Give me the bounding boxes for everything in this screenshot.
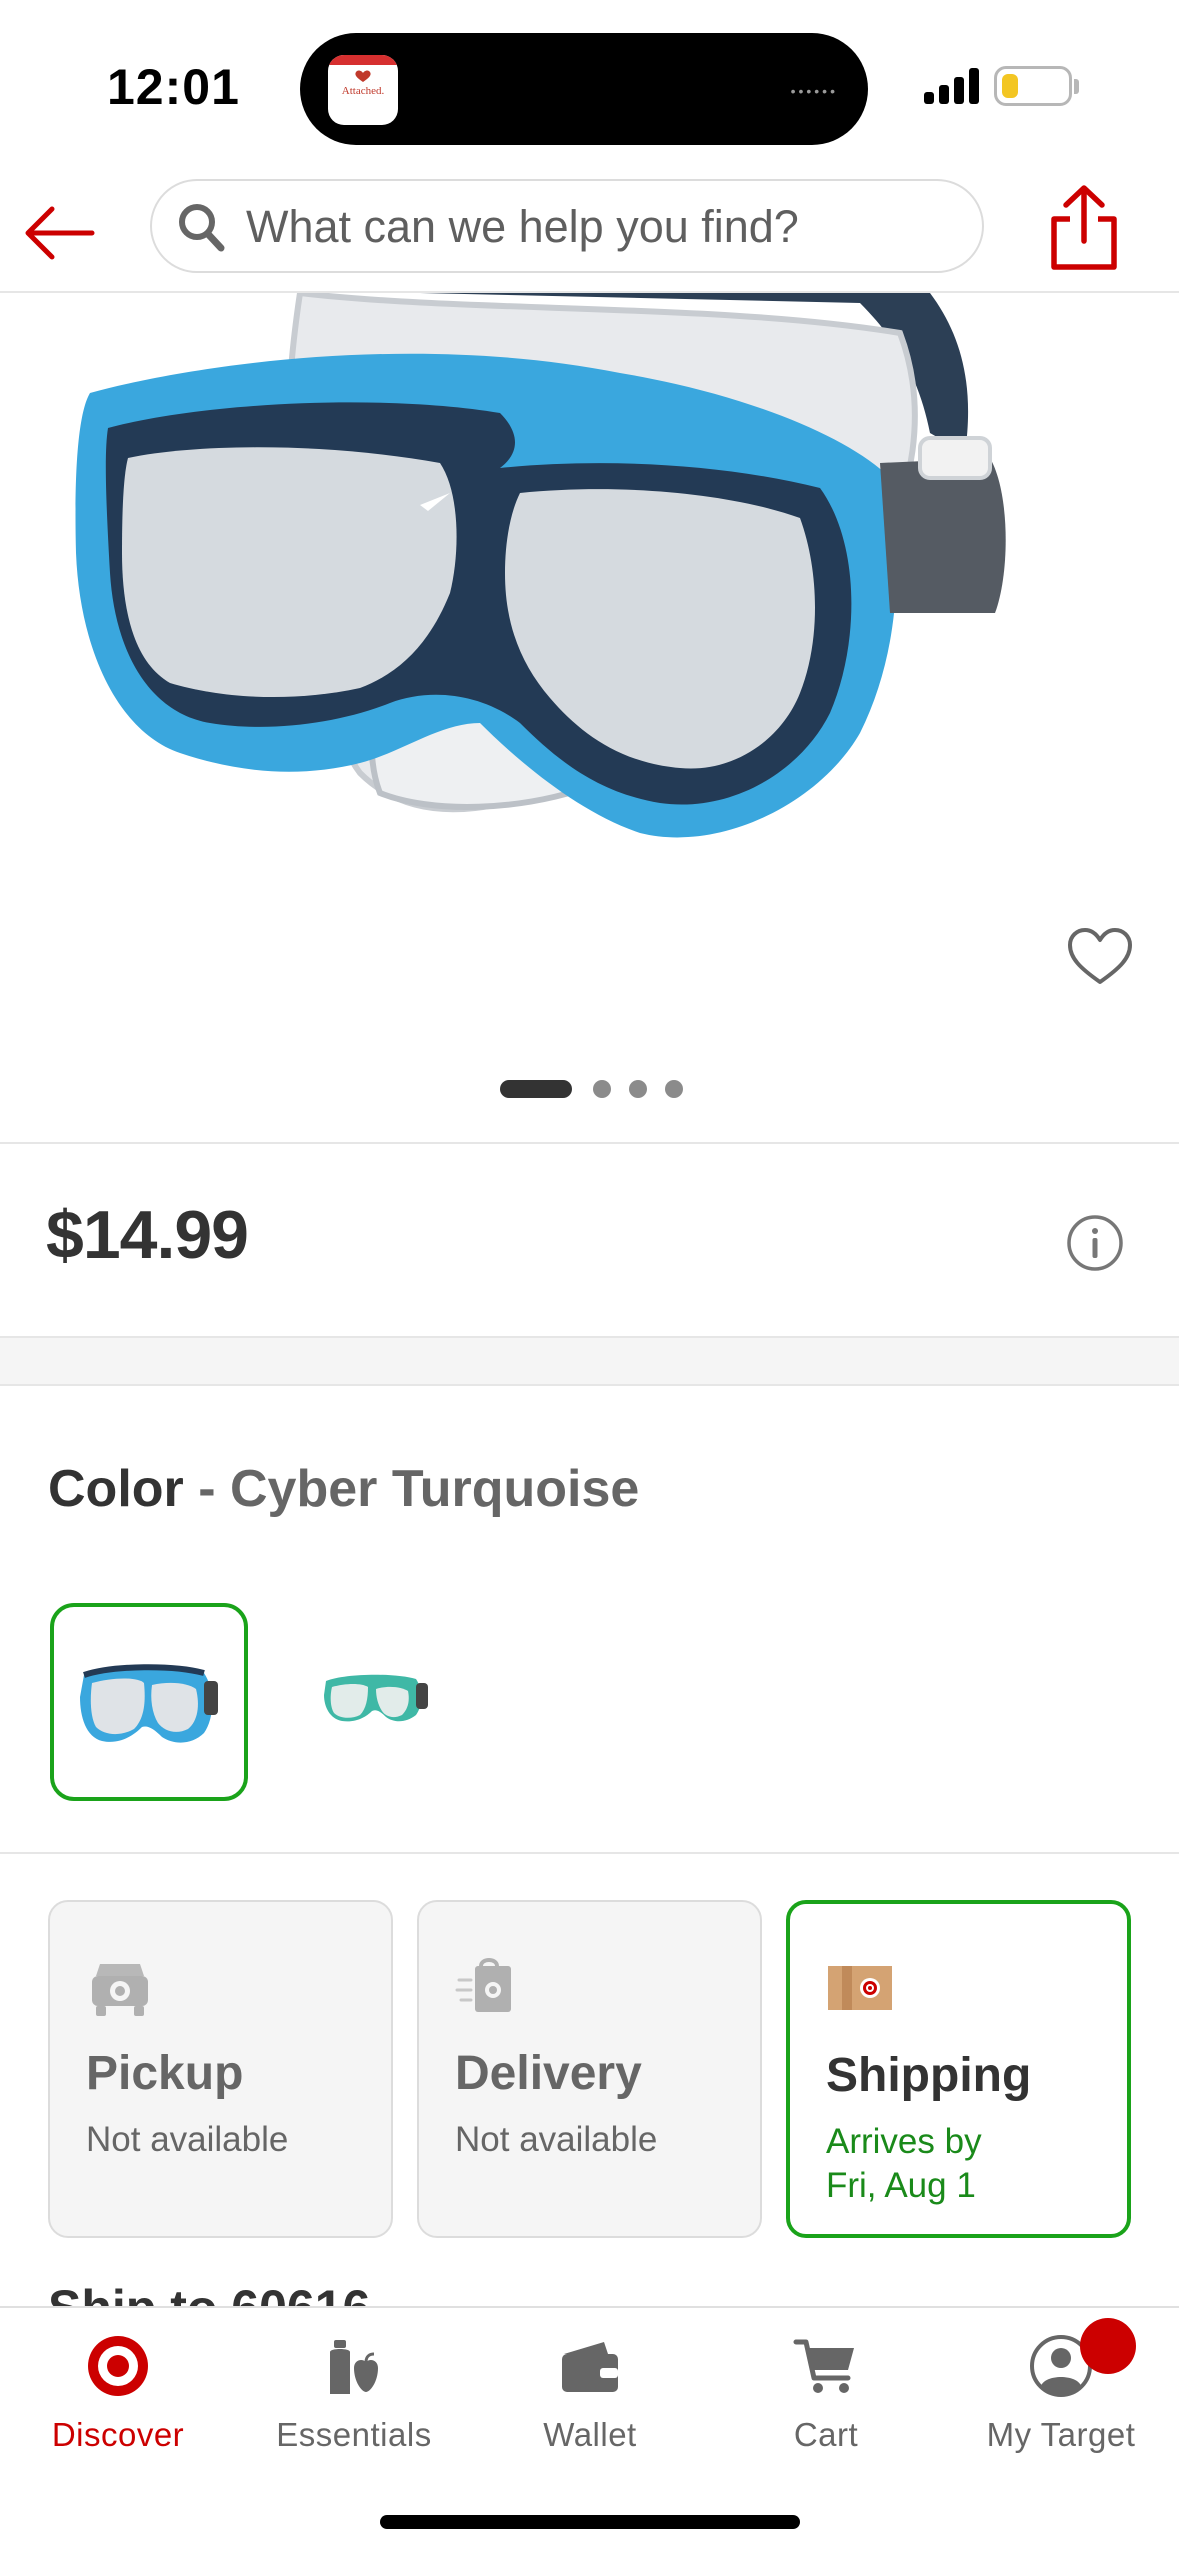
fulfillment-title: Pickup xyxy=(86,2047,244,2100)
selected-color-name: Cyber Turquoise xyxy=(230,1460,640,1518)
cart-icon xyxy=(793,2339,854,2393)
home-indicator[interactable] xyxy=(380,2515,800,2529)
info-icon[interactable] xyxy=(1066,1214,1124,1272)
fulfillment-option-shipping[interactable]: Shipping Arrives by Fri, Aug 1 xyxy=(786,1900,1131,2238)
fulfillment-option-pickup[interactable]: Pickup Not available xyxy=(48,1900,393,2238)
nav-item-wallet[interactable]: Wallet xyxy=(472,2308,708,2488)
carousel-dot[interactable] xyxy=(665,1080,683,1098)
fulfillment-option-delivery[interactable]: Delivery Not available xyxy=(417,1900,762,2238)
status-time: 12:01 xyxy=(107,59,240,115)
nav-item-my-target[interactable]: My Target xyxy=(943,2308,1179,2488)
carousel-dots xyxy=(0,1078,1179,1098)
nav-item-discover[interactable]: Discover xyxy=(0,2308,236,2488)
island-app-label: Attached. xyxy=(341,85,385,97)
carousel-dot-active[interactable] xyxy=(500,1080,572,1098)
wallet-icon xyxy=(562,2342,618,2392)
share-icon[interactable] xyxy=(1040,183,1128,275)
color-label-title: Color xyxy=(48,1460,184,1518)
island-app-icon: Attached. xyxy=(328,55,398,125)
color-label-separator: - xyxy=(198,1460,216,1518)
box-icon xyxy=(828,1966,892,2010)
carousel-dot[interactable] xyxy=(593,1080,611,1098)
dynamic-island[interactable]: Attached. •••••• xyxy=(300,33,868,145)
carousel-dot[interactable] xyxy=(629,1080,647,1098)
nav-item-cart[interactable]: Cart xyxy=(708,2308,944,2488)
car-icon xyxy=(92,1964,148,2016)
fulfillment-status: Arrives by Fri, Aug 1 xyxy=(826,2122,982,2205)
fulfillment-title: Delivery xyxy=(455,2047,642,2100)
color-swatch-teal[interactable] xyxy=(276,1603,474,1801)
essentials-icon xyxy=(330,2340,378,2394)
nav-label: Essentials xyxy=(276,2416,432,2453)
fulfillment-title: Shipping xyxy=(826,2049,1032,2102)
color-swatch-cyber-turquoise[interactable] xyxy=(50,1603,248,1801)
nav-item-essentials[interactable]: Essentials xyxy=(236,2308,472,2488)
fulfillment-status: Not available xyxy=(86,2120,289,2159)
notification-badge xyxy=(1080,2318,1136,2374)
header xyxy=(0,175,1179,293)
ship-to-label[interactable]: Ship to 60616 xyxy=(48,2278,370,2308)
fulfillment-status: Not available xyxy=(455,2120,658,2159)
bag-icon xyxy=(455,1958,511,2012)
search-bar[interactable] xyxy=(150,179,984,273)
heart-icon[interactable] xyxy=(1066,926,1134,988)
battery-icon xyxy=(994,66,1072,106)
divider xyxy=(0,1852,1179,1854)
target-logo-icon xyxy=(88,2336,148,2396)
signal-icon xyxy=(924,68,980,104)
heart-logo-icon xyxy=(355,70,371,82)
color-label: Color - Cyber Turquoise xyxy=(48,1459,639,1519)
battery-cap xyxy=(1074,79,1079,94)
section-separator xyxy=(0,1336,1179,1386)
arrow-left-icon[interactable] xyxy=(20,193,100,273)
nav-label: Discover xyxy=(51,2416,185,2453)
nav-label: Wallet xyxy=(543,2416,637,2453)
product-image[interactable] xyxy=(0,293,1179,1143)
swatch-mask-image xyxy=(80,1664,218,1743)
status-bar: 12:01 Attached. •••••• xyxy=(0,0,1179,175)
divider xyxy=(0,1142,1179,1144)
product-price: $14.99 xyxy=(46,1197,249,1273)
search-input[interactable] xyxy=(246,197,956,257)
swatch-mask-image xyxy=(324,1674,428,1722)
snorkel-mask-image xyxy=(75,293,1006,838)
search-icon xyxy=(179,204,225,252)
nav-label: My Target xyxy=(986,2416,1136,2453)
battery-level xyxy=(1002,74,1018,98)
island-dots: •••••• xyxy=(790,83,838,99)
nav-label: Cart xyxy=(793,2416,859,2453)
